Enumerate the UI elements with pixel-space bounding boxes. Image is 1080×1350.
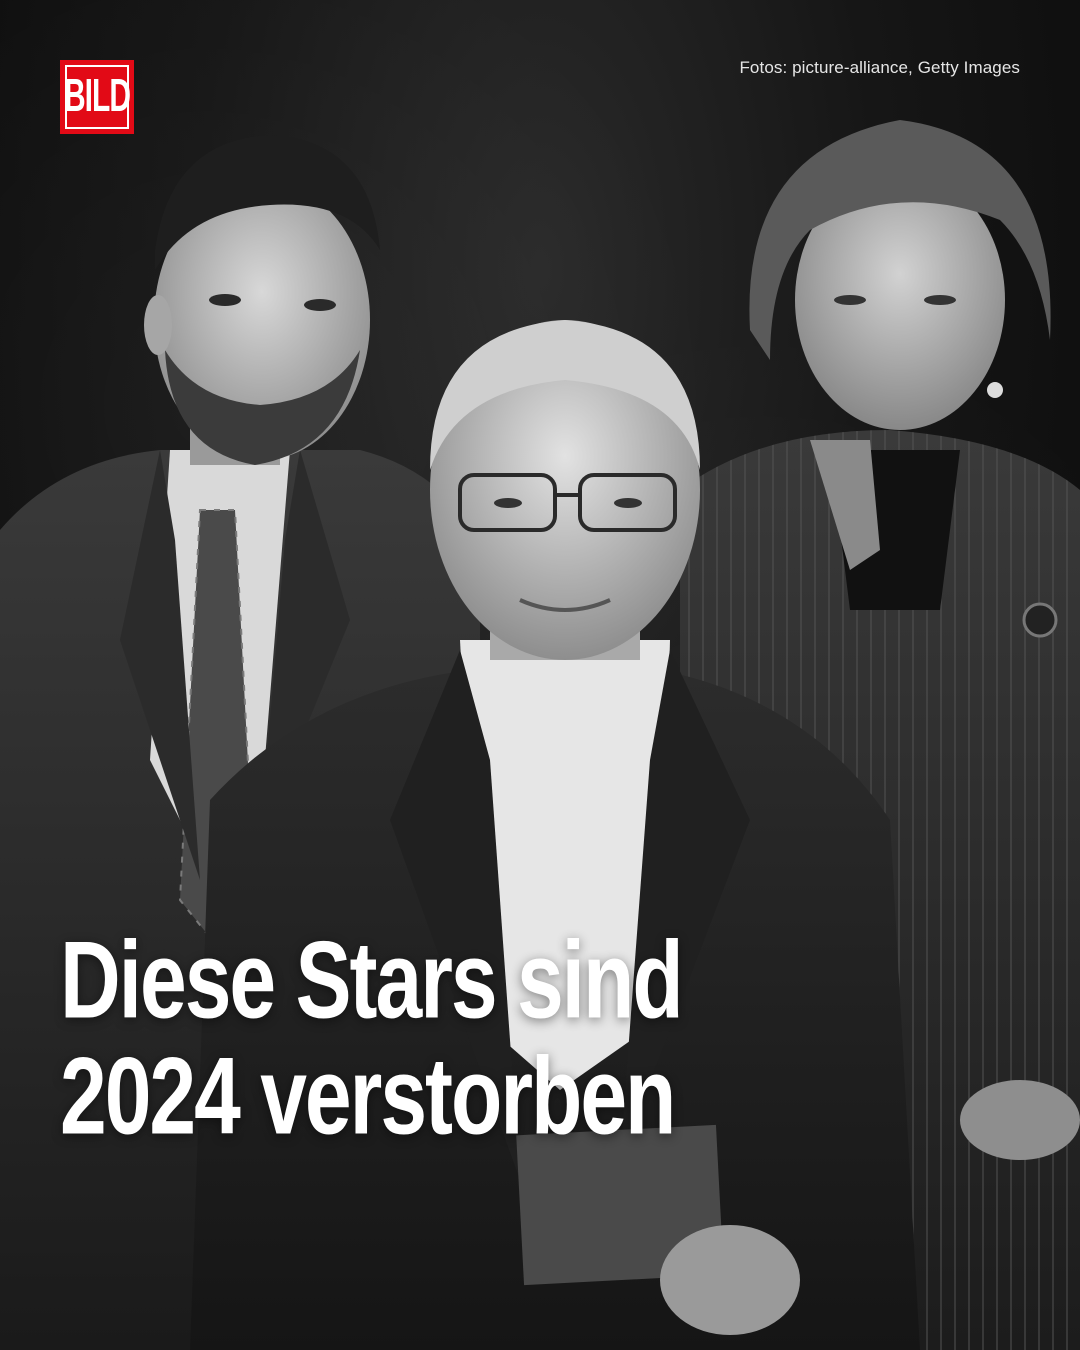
bild-logo-frame: BILD [64,65,131,129]
bild-logo-text: BILD [64,70,131,122]
headline: Diese Stars sind 2024 verstorben [60,925,960,1157]
bild-logo: BILD [60,60,134,134]
headline-line-2: 2024 verstorben [60,1034,676,1157]
photo-center-man [190,320,920,1350]
headline-line-1: Diese Stars sind [60,918,684,1041]
photo-credit: Fotos: picture-alliance, Getty Images [739,58,1020,77]
post-canvas: BILD Fotos: picture-alliance, Getty Imag… [0,0,1080,1350]
